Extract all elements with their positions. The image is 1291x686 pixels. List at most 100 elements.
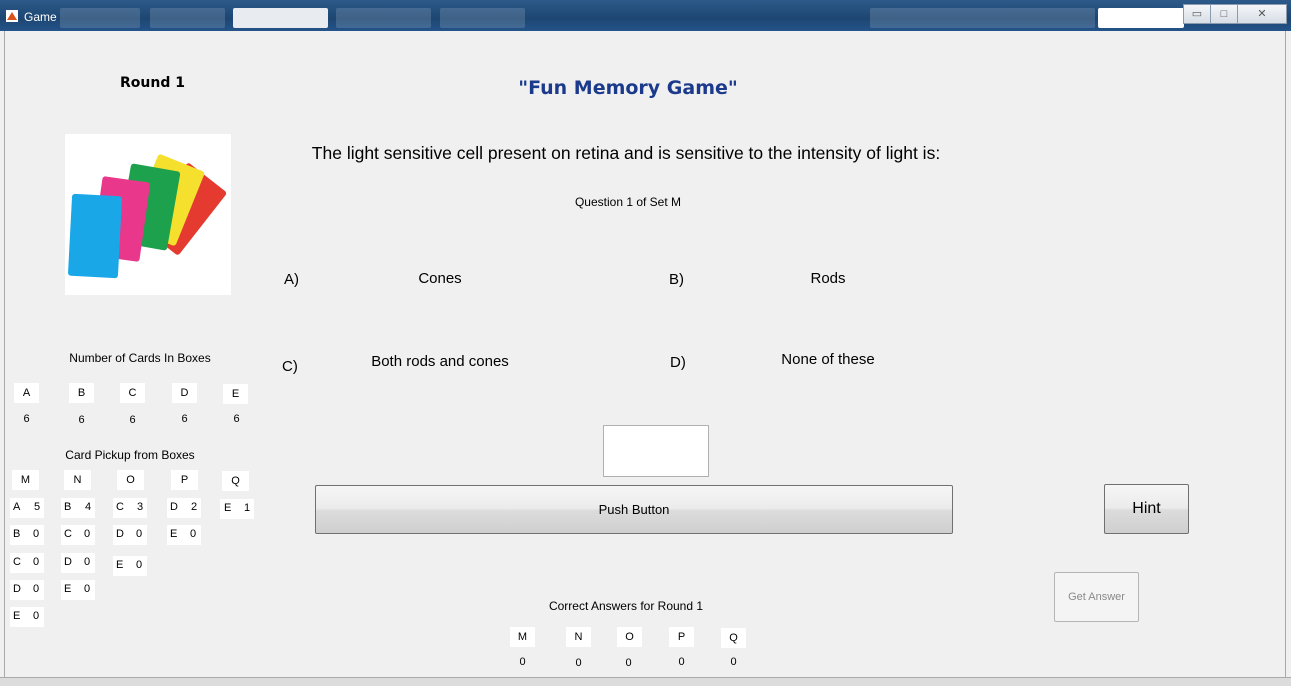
question-subtitle: Question 1 of Set M [574,195,682,209]
box-a-count: 6 [23,413,30,425]
background-tab [233,8,328,28]
pickup-box-count: 0 [33,610,40,622]
pickup-box-name: C [64,528,72,540]
background-tab [150,8,225,28]
pickup-cell: E 0 [113,556,147,576]
pickup-cell: D 2 [167,498,201,518]
pickup-col-n-header: N [64,470,91,490]
box-b-label: B [69,383,94,403]
pickup-cell: A 5 [10,498,44,518]
pickup-col-m-header: M [12,470,39,490]
window-title: Game [24,10,57,24]
box-c-label: C [120,383,145,403]
box-d-label: D [172,383,197,403]
option-a-label: A) [284,271,299,288]
pickup-cell: E 0 [61,580,95,600]
pickup-cell: C 3 [113,498,147,518]
close-button[interactable]: ✕ [1237,4,1287,24]
correct-q-count: 0 [730,656,737,668]
question-text: The light sensitive cell present on reti… [311,143,941,163]
close-icon: ✕ [1257,8,1267,20]
pickup-box-count: 0 [136,528,143,540]
pickup-box-name: A [13,501,21,513]
boxes-title: Number of Cards In Boxes [69,351,211,365]
pickup-box-count: 0 [136,559,143,571]
pickup-cell: D 0 [10,580,44,600]
matlab-icon [6,10,18,22]
pickup-box-name: D [170,501,178,513]
pickup-col-p-header: P [171,470,198,490]
pickup-box-count: 0 [33,528,40,540]
round-label: Round 1 [120,75,185,91]
cards-image [65,134,231,295]
cards-illustration [68,154,227,279]
pickup-box-count: 5 [34,501,41,513]
pickup-box-name: E [224,502,232,514]
answer-input[interactable] [603,425,709,477]
pickup-box-count: 0 [33,556,40,568]
pickup-box-count: 4 [85,501,92,513]
correct-o-count: 0 [625,657,632,669]
option-a-text[interactable]: Cones [360,270,520,287]
background-tab [440,8,525,28]
option-c-text[interactable]: Both rods and cones [340,353,540,370]
pickup-col-o-header: O [117,470,144,490]
push-button[interactable]: Push Button [315,485,953,534]
pickup-box-name: D [13,583,21,595]
correct-q-label: Q [721,628,746,648]
pickup-col-q-header: Q [222,471,249,491]
title-bar: Game ▭ □ ✕ [0,0,1291,31]
pickup-box-name: D [116,528,124,540]
pickup-box-name: B [64,501,72,513]
background-tab [60,8,140,28]
hint-button[interactable]: Hint [1104,484,1189,534]
minimize-icon: ▭ [1191,8,1203,20]
background-search [1098,8,1184,28]
pickup-cell: E 0 [10,607,44,627]
pickup-box-name: C [13,556,21,568]
minimize-button[interactable]: ▭ [1183,4,1211,24]
pickup-cell: E 1 [220,499,254,519]
pickup-cell: D 0 [61,553,95,573]
pickup-cell: E 0 [167,525,201,545]
pickup-title: Card Pickup from Boxes [65,448,195,462]
pickup-box-count: 2 [191,501,198,513]
pickup-cell: D 0 [113,525,147,545]
pickup-cell: C 0 [61,525,95,545]
pickup-box-count: 0 [190,528,197,540]
box-b-count: 6 [78,414,85,426]
pickup-box-name: C [116,501,124,513]
correct-n-label: N [566,627,591,647]
maximize-button[interactable]: □ [1210,4,1238,24]
pickup-box-count: 0 [84,528,91,540]
maximize-icon: □ [1220,8,1228,20]
correct-n-count: 0 [575,657,582,669]
pickup-box-count: 0 [84,583,91,595]
box-d-count: 6 [181,413,188,425]
correct-answers-title: Correct Answers for Round 1 [548,599,704,613]
background-toolbar [870,8,1095,28]
pickup-box-name: E [64,583,72,595]
pickup-box-name: E [13,610,21,622]
correct-m-label: M [510,627,535,647]
pickup-box-count: 0 [33,583,40,595]
pickup-cell: B 4 [61,498,95,518]
option-d-label: D) [670,354,686,371]
get-answer-button[interactable]: Get Answer [1054,572,1139,622]
pickup-cell: B 0 [10,525,44,545]
pickup-box-name: B [13,528,21,540]
pickup-cell: C 0 [10,553,44,573]
option-b-text[interactable]: Rods [748,270,908,287]
correct-m-count: 0 [519,656,526,668]
box-a-label: A [14,383,39,403]
pickup-box-name: E [170,528,178,540]
pickup-box-name: E [116,559,124,571]
pickup-box-count: 0 [84,556,91,568]
box-c-count: 6 [129,414,136,426]
pickup-box-name: D [64,556,72,568]
pickup-box-count: 3 [137,501,144,513]
option-d-text[interactable]: None of these [748,351,908,368]
pickup-box-count: 1 [244,502,251,514]
background-tab [336,8,431,28]
correct-o-label: O [617,627,642,647]
